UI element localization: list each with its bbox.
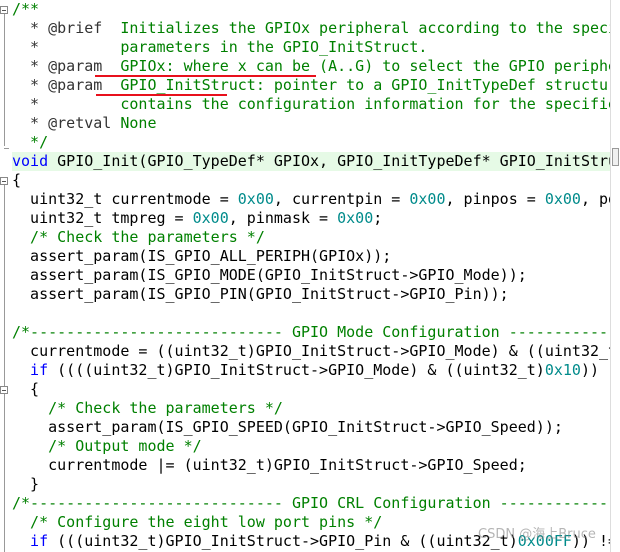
code-line[interactable]: currentmode |= (uint32_t)GPIO_InitStruct…: [12, 456, 610, 475]
comment-token: /* Configure the eight low port pins */: [12, 513, 383, 531]
comment-token: GPIO_InitStruct: pointer to a GPIO_InitT…: [120, 76, 610, 94]
red-annotation-underline: [95, 75, 316, 77]
red-annotation-underline: [96, 94, 227, 96]
keyword-token: if: [12, 532, 49, 550]
fold-guide-end: [4, 148, 9, 149]
fold-guide: [4, 14, 5, 146]
fold-toggle-icon[interactable]: [0, 386, 8, 394]
code-token: {: [12, 380, 40, 398]
code-line[interactable]: * @param GPIO_InitStruct: pointer to a G…: [12, 76, 610, 95]
code-line[interactable]: * parameters in the GPIO_InitStruct.: [12, 38, 610, 57]
doc-tag-token: * @brief: [12, 19, 121, 37]
comment-token: /* Check the parameters */: [12, 399, 283, 417]
keyword-token: if: [12, 361, 49, 379]
code-line[interactable]: currentmode = ((uint32_t)GPIO_InitStruct…: [12, 342, 610, 361]
code-line[interactable]: assert_param(IS_GPIO_PIN(GPIO_InitStruct…: [12, 285, 610, 304]
code-area[interactable]: /** * @brief Initializes the GPIOx perip…: [12, 0, 610, 552]
code-token: , currentpin =: [273, 190, 410, 208]
code-token: )): [580, 361, 600, 379]
code-line[interactable]: assert_param(IS_GPIO_ALL_PERIPH(GPIOx));: [12, 247, 610, 266]
code-token: uint32_t tmpreg =: [12, 209, 193, 227]
number-token: 0x10: [544, 361, 581, 379]
code-line[interactable]: assert_param(IS_GPIO_MODE(GPIO_InitStruc…: [12, 266, 610, 285]
code-line[interactable]: if ((((uint32_t)GPIO_InitStruct->GPIO_Mo…: [12, 361, 610, 380]
comment-token: Initializes the GPIOx peripheral accordi…: [120, 19, 610, 37]
number-token: 0x00: [337, 209, 374, 227]
code-token: currentmode |= (uint32_t)GPIO_InitStruct…: [12, 456, 527, 474]
comment-token: /* Output mode */: [12, 437, 202, 455]
code-line[interactable]: void GPIO_Init(GPIO_TypeDef* GPIOx, GPIO…: [12, 152, 610, 171]
code-token: ;: [373, 209, 383, 227]
comment-token: /**: [12, 0, 40, 18]
fold-toggle-icon[interactable]: [0, 177, 8, 185]
code-line[interactable]: /* Check the parameters */: [12, 399, 610, 418]
comment-token: /* Check the parameters */: [12, 228, 265, 246]
vertical-scrollbar[interactable]: [610, 0, 620, 552]
comment-token: */: [12, 133, 49, 151]
scrollbar-thumb[interactable]: [612, 148, 619, 166]
code-line[interactable]: * contains the configuration information…: [12, 95, 610, 114]
number-token: 0x00: [409, 190, 446, 208]
fold-gutter: [0, 0, 12, 552]
code-line[interactable]: /**: [12, 0, 610, 19]
code-line[interactable]: */: [12, 133, 610, 152]
code-token: }: [12, 475, 40, 493]
keyword-token: void: [12, 152, 49, 170]
comment-token: parameters in the GPIO_InitStruct.: [120, 38, 428, 56]
fold-toggle-icon[interactable]: [0, 6, 8, 14]
code-line[interactable]: {: [12, 171, 610, 190]
code-token: uint32_t currentmode =: [12, 190, 238, 208]
code-line[interactable]: uint32_t currentmode = 0x00, currentpin …: [12, 190, 610, 209]
code-line[interactable]: * @retval None: [12, 114, 610, 133]
code-token: assert_param(IS_GPIO_ALL_PERIPH(GPIOx));: [12, 247, 392, 265]
doc-tag-token: * @retval: [12, 114, 121, 132]
code-line[interactable]: assert_param(IS_GPIO_SPEED(GPIO_InitStru…: [12, 418, 610, 437]
doc-tag-token: * @param: [12, 76, 121, 94]
watermark: CSDN @海上Bruce: [478, 527, 596, 542]
code-line[interactable]: uint32_t tmpreg = 0x00, pinmask = 0x00;: [12, 209, 610, 228]
code-line[interactable]: [12, 304, 610, 323]
code-token: , po: [580, 190, 610, 208]
code-token: (((uint32_t)GPIO_InitStruct->GPIO_Pin & …: [48, 532, 518, 550]
doc-tag-token: * @param: [12, 57, 121, 75]
number-token: 0x00: [237, 190, 274, 208]
code-editor[interactable]: /** * @brief Initializes the GPIOx perip…: [0, 0, 620, 552]
doc-tag-token: *: [12, 38, 121, 56]
comment-token: None: [120, 114, 157, 132]
code-token: ((((uint32_t)GPIO_InitStruct->GPIO_Mode)…: [48, 361, 545, 379]
code-line[interactable]: * @param GPIOx: where x can be (A..G) to…: [12, 57, 610, 76]
code-line[interactable]: /* Output mode */: [12, 437, 610, 456]
doc-tag-token: *: [12, 95, 121, 113]
code-line[interactable]: /* Check the parameters */: [12, 228, 610, 247]
code-token: , pinpos =: [445, 190, 545, 208]
code-line[interactable]: * @brief Initializes the GPIOx periphera…: [12, 19, 610, 38]
comment-token: contains the configuration information f…: [120, 95, 610, 113]
code-token: GPIO_Init(GPIO_TypeDef* GPIOx, GPIO_Init…: [48, 152, 610, 170]
comment-token: /*---------------------------- GPIO Mode…: [12, 323, 610, 341]
number-token: 0x00: [192, 209, 229, 227]
code-token: , pinmask =: [228, 209, 338, 227]
fold-guide: [4, 185, 5, 552]
comment-token: /*---------------------------- GPIO CRL …: [12, 494, 610, 512]
code-token: assert_param(IS_GPIO_PIN(GPIO_InitStruct…: [12, 285, 509, 303]
comment-token: GPIOx: where x can be (A..G) to select t…: [120, 57, 610, 75]
code-line[interactable]: /*---------------------------- GPIO Mode…: [12, 323, 610, 342]
code-line[interactable]: {: [12, 380, 610, 399]
code-token: {: [12, 171, 22, 189]
code-token: assert_param(IS_GPIO_SPEED(GPIO_InitStru…: [12, 418, 563, 436]
code-line[interactable]: /*---------------------------- GPIO CRL …: [12, 494, 610, 513]
code-token: assert_param(IS_GPIO_MODE(GPIO_InitStruc…: [12, 266, 527, 284]
number-token: 0x00: [544, 190, 581, 208]
code-line[interactable]: }: [12, 475, 610, 494]
code-token: currentmode = ((uint32_t)GPIO_InitStruct…: [12, 342, 610, 360]
